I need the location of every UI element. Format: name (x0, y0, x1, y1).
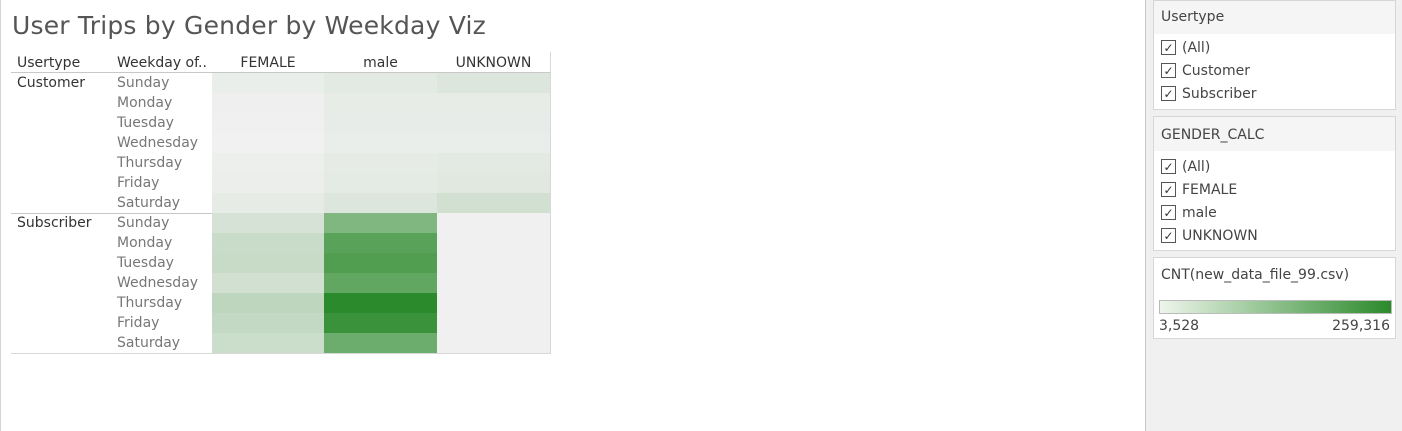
heatmap-cell[interactable] (212, 333, 324, 353)
heatmap-cell[interactable] (212, 253, 324, 273)
usertype-label[interactable]: Subscriber (17, 215, 92, 231)
weekday-label[interactable]: Sunday (117, 75, 169, 91)
row-header-usertype[interactable]: Usertype (17, 55, 80, 71)
grid-border-right (550, 52, 551, 353)
heatmap-cell[interactable] (212, 233, 324, 253)
checkbox-icon[interactable]: ✓ (1161, 182, 1176, 197)
heatmap-cell[interactable] (324, 253, 437, 273)
heatmap-cell[interactable] (324, 133, 437, 153)
color-legend: CNT(new_data_file_99.csv) 3,528 259,316 (1153, 257, 1396, 339)
usertype-option-subscriber[interactable]: ✓ Subscriber (1161, 85, 1257, 102)
page-title: User Trips by Gender by Weekday Viz (12, 11, 486, 40)
option-label: Subscriber (1182, 85, 1257, 102)
weekday-label[interactable]: Monday (117, 95, 172, 111)
heatmap-cell[interactable] (212, 73, 324, 93)
heatmap-cell[interactable] (212, 193, 324, 213)
heatmap-cell[interactable] (324, 293, 437, 313)
option-label: (All) (1182, 158, 1211, 175)
weekday-label[interactable]: Tuesday (117, 115, 174, 131)
weekday-label[interactable]: Monday (117, 235, 172, 251)
side-panel: Usertype ✓ (All) ✓ Customer ✓ Subscriber GE… (1145, 0, 1402, 431)
gender-filter: GENDER_CALC ✓ (All) ✓ FEMALE ✓ male ✓ UNKNOW… (1153, 116, 1396, 251)
usertype-label[interactable]: Customer (17, 75, 85, 91)
heatmap-cell[interactable] (212, 93, 324, 113)
legend-max-label: 259,316 (1332, 318, 1390, 334)
heatmap-cell[interactable] (212, 313, 324, 333)
gender-option-male[interactable]: ✓ male (1161, 204, 1217, 221)
heatmap-cell[interactable] (324, 93, 437, 113)
viz-area: User Trips by Gender by Weekday Viz User… (0, 0, 1145, 431)
heatmap-cell[interactable] (212, 113, 324, 133)
heatmap-cell[interactable] (437, 273, 550, 293)
heatmap-cell[interactable] (437, 313, 550, 333)
heatmap-cell[interactable] (437, 153, 550, 173)
weekday-label[interactable]: Saturday (117, 195, 180, 211)
weekday-label[interactable]: Thursday (117, 295, 182, 311)
grid-border-bottom (11, 353, 551, 354)
heatmap-cell[interactable] (324, 213, 437, 233)
usertype-option-all[interactable]: ✓ (All) (1161, 39, 1210, 56)
column-header-female[interactable]: FEMALE (212, 55, 324, 71)
weekday-label[interactable]: Saturday (117, 335, 180, 351)
gender-option-all[interactable]: ✓ (All) (1161, 158, 1210, 175)
gender-option-unknown[interactable]: ✓ UNKNOWN (1161, 227, 1258, 244)
heatmap-cell[interactable] (437, 73, 550, 93)
gender-filter-title: GENDER_CALC (1161, 127, 1265, 143)
heatmap-cell[interactable] (324, 313, 437, 333)
heatmap-cell[interactable] (324, 193, 437, 213)
checkbox-icon[interactable]: ✓ (1161, 205, 1176, 220)
heatmap-cell[interactable] (324, 233, 437, 253)
heatmap-cell[interactable] (437, 333, 550, 353)
heatmap-cell[interactable] (324, 273, 437, 293)
heatmap-cell[interactable] (212, 153, 324, 173)
option-label: (All) (1182, 39, 1211, 56)
checkbox-icon[interactable]: ✓ (1161, 40, 1176, 55)
heatmap-cell[interactable] (437, 173, 550, 193)
heatmap-cell[interactable] (324, 173, 437, 193)
left-border (0, 0, 1, 431)
weekday-label[interactable]: Friday (117, 315, 159, 331)
usertype-filter: Usertype ✓ (All) ✓ Customer ✓ Subscriber (1153, 0, 1396, 110)
heatmap-cell[interactable] (212, 273, 324, 293)
heatmap-cell[interactable] (437, 213, 550, 233)
legend-min-label: 3,528 (1159, 318, 1200, 334)
checkbox-icon[interactable]: ✓ (1161, 159, 1176, 174)
heatmap-cell[interactable] (324, 113, 437, 133)
heatmap-cell[interactable] (437, 233, 550, 253)
heatmap-cell[interactable] (212, 213, 324, 233)
heatmap-cell[interactable] (437, 253, 550, 273)
legend-gradient-bar (1159, 300, 1392, 314)
heatmap-cell[interactable] (212, 173, 324, 193)
gender-option-female[interactable]: ✓ FEMALE (1161, 181, 1237, 198)
weekday-label[interactable]: Wednesday (117, 275, 198, 291)
weekday-label[interactable]: Wednesday (117, 135, 198, 151)
heatmap-cell[interactable] (437, 93, 550, 113)
legend-title: CNT(new_data_file_99.csv) (1161, 267, 1350, 283)
heatmap-cell[interactable] (324, 153, 437, 173)
checkbox-icon[interactable]: ✓ (1161, 63, 1176, 78)
heatmap-cell[interactable] (212, 133, 324, 153)
weekday-label[interactable]: Thursday (117, 155, 182, 171)
usertype-option-customer[interactable]: ✓ Customer (1161, 62, 1250, 79)
heatmap-cell[interactable] (212, 293, 324, 313)
option-label: FEMALE (1182, 181, 1238, 198)
checkbox-icon[interactable]: ✓ (1161, 228, 1176, 243)
heatmap-cell[interactable] (324, 73, 437, 93)
heatmap-cell[interactable] (437, 113, 550, 133)
weekday-label[interactable]: Tuesday (117, 255, 174, 271)
weekday-label[interactable]: Sunday (117, 215, 169, 231)
row-header-weekday[interactable]: Weekday of.. (117, 55, 207, 71)
heatmap-cell[interactable] (437, 133, 550, 153)
checkbox-icon[interactable]: ✓ (1161, 86, 1176, 101)
usertype-filter-title: Usertype (1161, 9, 1225, 25)
heatmap-cell[interactable] (437, 193, 550, 213)
weekday-label[interactable]: Friday (117, 175, 159, 191)
heatmap-cell[interactable] (324, 333, 437, 353)
option-label: male (1182, 204, 1217, 221)
column-header-unknown[interactable]: UNKNOWN (437, 55, 550, 71)
column-header-male[interactable]: male (324, 55, 437, 71)
option-label: UNKNOWN (1182, 227, 1258, 244)
heatmap-cell[interactable] (437, 293, 550, 313)
option-label: Customer (1182, 62, 1251, 79)
